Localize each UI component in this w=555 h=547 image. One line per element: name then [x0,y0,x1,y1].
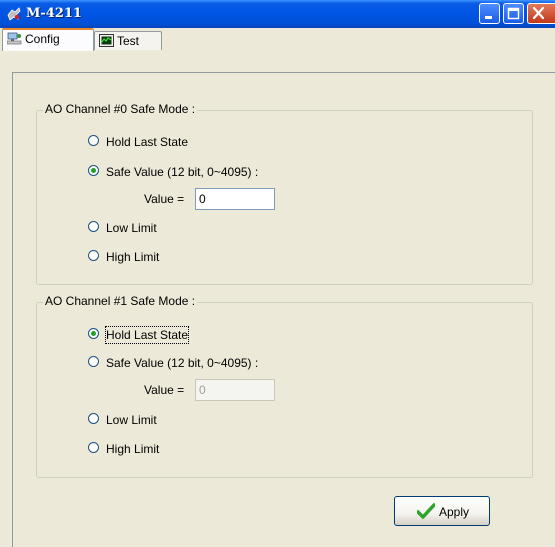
channel0-value-label: Value = [144,192,185,206]
radio-label: Hold Last State [104,326,190,344]
channel1-value-input[interactable]: 0 [195,379,275,401]
radio-label: Safe Value (12 bit, 0~4095) : [106,165,259,179]
close-button[interactable] [527,3,555,24]
radio-label: Low Limit [106,413,157,427]
checkmark-icon [417,503,435,519]
app-logo-icon [7,7,21,21]
tab-test[interactable]: Test [94,31,162,50]
radio-label: Low Limit [106,221,157,235]
radio-label: High Limit [106,250,160,264]
radio-label: Safe Value (12 bit, 0~4095) : [106,356,259,370]
window-title: M-4211 [26,6,82,21]
channel0-group-title: AO Channel #0 Safe Mode : [43,102,198,116]
apply-button[interactable]: Apply [394,496,490,526]
monitor-graph-icon [99,34,114,47]
radio-label: Hold Last State [106,135,189,149]
network-computer-icon [7,32,22,45]
channel0-value-input[interactable]: 0 [195,188,275,210]
radio-label: High Limit [106,442,160,456]
maximize-button[interactable] [503,3,524,24]
minimize-icon [485,16,492,19]
close-icon [532,6,545,20]
title-bar[interactable]: M-4211 [0,0,555,28]
radio-indicator[interactable] [88,413,99,424]
channel1-value-label: Value = [144,383,185,397]
radio-indicator[interactable] [88,221,99,232]
tab-test-label: Test [117,34,140,48]
app-window: M-4211 Config Test AO Channel #0 Safe Mo… [0,0,555,547]
radio-indicator[interactable] [88,135,99,146]
channel1-group-title: AO Channel #1 Safe Mode : [43,294,198,308]
radio-indicator[interactable] [88,328,99,339]
minimize-button[interactable] [479,3,500,24]
tab-strip: Config Test [0,28,555,74]
tab-config[interactable]: Config [2,28,94,51]
apply-button-label: Apply [439,505,470,519]
radio-indicator[interactable] [88,165,99,176]
tab-config-label: Config [25,32,60,46]
radio-indicator[interactable] [88,356,99,367]
maximize-icon [507,7,520,20]
radio-indicator[interactable] [88,250,99,261]
radio-indicator[interactable] [88,442,99,453]
